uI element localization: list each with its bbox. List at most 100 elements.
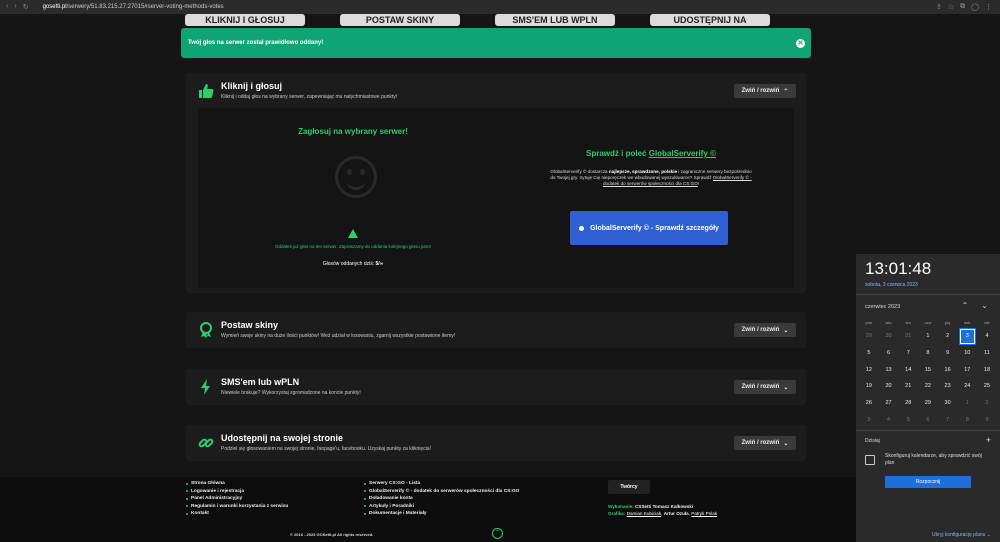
close-icon[interactable]: ✕	[796, 38, 805, 48]
calendar-day[interactable]: 17	[957, 362, 977, 379]
calendar-day[interactable]: 9	[977, 412, 997, 429]
footer-link[interactable]: Logowanie i rejestracja	[186, 488, 288, 496]
calendar-day[interactable]: 7	[938, 412, 958, 429]
share-icon[interactable]: ⇪	[936, 3, 942, 11]
calendar-day[interactable]: 27	[879, 395, 899, 412]
start-button[interactable]: Rozpocznij	[885, 476, 971, 488]
tab-skins[interactable]: POSTAW SKINY	[340, 14, 460, 26]
gs-title-link[interactable]: GlobalServerify ©	[649, 149, 716, 158]
forward-icon[interactable]: ›	[14, 3, 16, 11]
calendar-day[interactable]: 4	[879, 412, 899, 429]
calendar-day[interactable]: 1	[957, 395, 977, 412]
back-icon[interactable]: ‹	[6, 3, 8, 11]
collapse-button[interactable]: Zwiń / rozwiń ⌄	[734, 323, 796, 337]
calendar-day[interactable]: 5	[898, 412, 918, 429]
calendar-day[interactable]: 3	[859, 412, 879, 429]
link-icon	[198, 438, 214, 448]
card-skins: Postaw skiny Wymień swoje skiny na duże …	[186, 312, 806, 348]
globalserverify-details-button[interactable]: GlobalServerify © - Sprawdź szczegóły	[570, 211, 728, 245]
calendar-day[interactable]: 6	[879, 345, 899, 362]
chevron-up-icon[interactable]: ⌃	[962, 301, 969, 310]
tab-share[interactable]: UDOSTĘPNIJ NA	[650, 14, 770, 26]
creators-button[interactable]: Twórcy	[608, 480, 650, 494]
calendar-day[interactable]: 5	[859, 345, 879, 362]
extensions-icon[interactable]: ⧉	[960, 3, 965, 11]
calendar-month[interactable]: czerwiec 2023	[865, 304, 900, 310]
reload-icon[interactable]: ↻	[23, 3, 29, 11]
calendar-day[interactable]: 10	[957, 345, 977, 362]
calendar-day[interactable]: 2	[938, 328, 958, 345]
collapse-button[interactable]: Zwiń / rozwiń ⌄	[734, 380, 796, 394]
collapse-button[interactable]: Zwiń / rozwiń ⌄	[734, 436, 796, 450]
calendar-day[interactable]: 21	[898, 378, 918, 395]
add-event-icon[interactable]: +	[986, 435, 991, 445]
calendar-day[interactable]: 8	[918, 345, 938, 362]
calendar-day[interactable]: 7	[898, 345, 918, 362]
footer-link[interactable]: Serwery CS:GO - Lista	[364, 480, 519, 488]
calendar-day[interactable]: 29	[918, 395, 938, 412]
calendar-day[interactable]: 8	[957, 412, 977, 429]
calendar-day[interactable]: 28	[898, 395, 918, 412]
calendar-day[interactable]: 1	[918, 328, 938, 345]
scroll-top-button[interactable]: ⌃	[492, 528, 503, 539]
star-icon[interactable]: ☆	[948, 3, 954, 11]
footer-link[interactable]: Artykuły i Poradniki	[364, 503, 519, 511]
calendar-day[interactable]: 4	[977, 328, 997, 345]
calendar-day[interactable]: 18	[977, 362, 997, 379]
calendar-day[interactable]: 11	[977, 345, 997, 362]
calendar-day[interactable]: 16	[938, 362, 958, 379]
day-number: 8	[926, 349, 930, 356]
weekday-header: sob	[964, 320, 971, 325]
footer-link[interactable]: Strona Główna	[186, 480, 288, 488]
footer-link[interactable]: Dokumentacje i Materiały	[364, 510, 519, 518]
calendar-day[interactable]: 14	[898, 362, 918, 379]
day-number: 29	[865, 333, 872, 339]
address-bar[interactable]: gosetti.pl/serwery/51.83.215.27:27015#se…	[43, 4, 224, 10]
calendar-day[interactable]: 13	[879, 362, 899, 379]
calendar-day[interactable]: 29	[859, 328, 879, 345]
collapse-button[interactable]: Zwiń / rozwiń ⌃	[734, 84, 796, 98]
calendar-day[interactable]: 12	[859, 362, 879, 379]
calendar-day[interactable]: 30	[938, 395, 958, 412]
gs-desc-part1: GlobalServerify © dostarcza	[550, 169, 608, 174]
calendar-day[interactable]: 24	[957, 378, 977, 395]
calendar-day[interactable]: 26	[859, 395, 879, 412]
calendar-day[interactable]: 2	[977, 395, 997, 412]
calendar-day[interactable]: 23	[938, 378, 958, 395]
tab-click-vote[interactable]: KLIKNIJ I GŁOSUJ	[185, 14, 305, 26]
footer-link[interactable]: Kontakt	[186, 510, 288, 518]
graphics-author[interactable]: Damian Kubiciak	[627, 511, 661, 516]
calendar-day[interactable]: 15	[918, 362, 938, 379]
tab-sms[interactable]: SMS'EM LUB WPLN	[495, 14, 615, 26]
calendar-day[interactable]: 6	[918, 412, 938, 429]
clock-time: 13:01:48	[865, 259, 932, 278]
collapse-label: Zwiń / rozwiń	[741, 327, 780, 333]
url-host: gosetti.pl	[42, 4, 67, 10]
graphics-author[interactable]: Patryk Polak	[691, 511, 717, 516]
footer-link[interactable]: Panel Administracyjny	[186, 495, 288, 503]
warning-icon	[348, 229, 358, 238]
calendar-day[interactable]: 31	[898, 328, 918, 345]
calendar-day[interactable]: 25	[977, 378, 997, 395]
profile-icon[interactable]: ◯	[971, 3, 979, 11]
footer-link[interactable]: GlobalServerify © - dodatek do serwerów …	[364, 488, 519, 496]
calendar-day[interactable]: 22	[918, 378, 938, 395]
gs-desc-end: !	[697, 181, 699, 186]
day-number: 1	[926, 333, 930, 339]
graphics-author: Artur Ozuła	[663, 511, 689, 516]
chevron-up-icon: ⌃	[494, 530, 501, 536]
clock-date[interactable]: sobota, 3 czerwca 2023	[865, 282, 918, 288]
footer-link[interactable]: Doładowanie konta	[364, 495, 519, 503]
calendar-day[interactable]: 3	[957, 328, 977, 345]
calendar-day[interactable]: 19	[859, 378, 879, 395]
day-number: 26	[865, 400, 872, 407]
menu-icon[interactable]: ⋮	[985, 3, 992, 11]
chevron-down-icon[interactable]: ⌄	[981, 301, 988, 310]
day-number: 1	[965, 400, 969, 407]
footer-link[interactable]: Regulamin i warunki korzystania z serwis…	[186, 503, 288, 511]
calendar-day[interactable]: 20	[879, 378, 899, 395]
calendar-day[interactable]: 9	[938, 345, 958, 362]
calendar-day[interactable]: 30	[879, 328, 899, 345]
hide-plan-link[interactable]: Ukryj konfigurację planu ⌄	[932, 532, 991, 538]
collapse-label: Zwiń / rozwiń	[741, 384, 780, 390]
